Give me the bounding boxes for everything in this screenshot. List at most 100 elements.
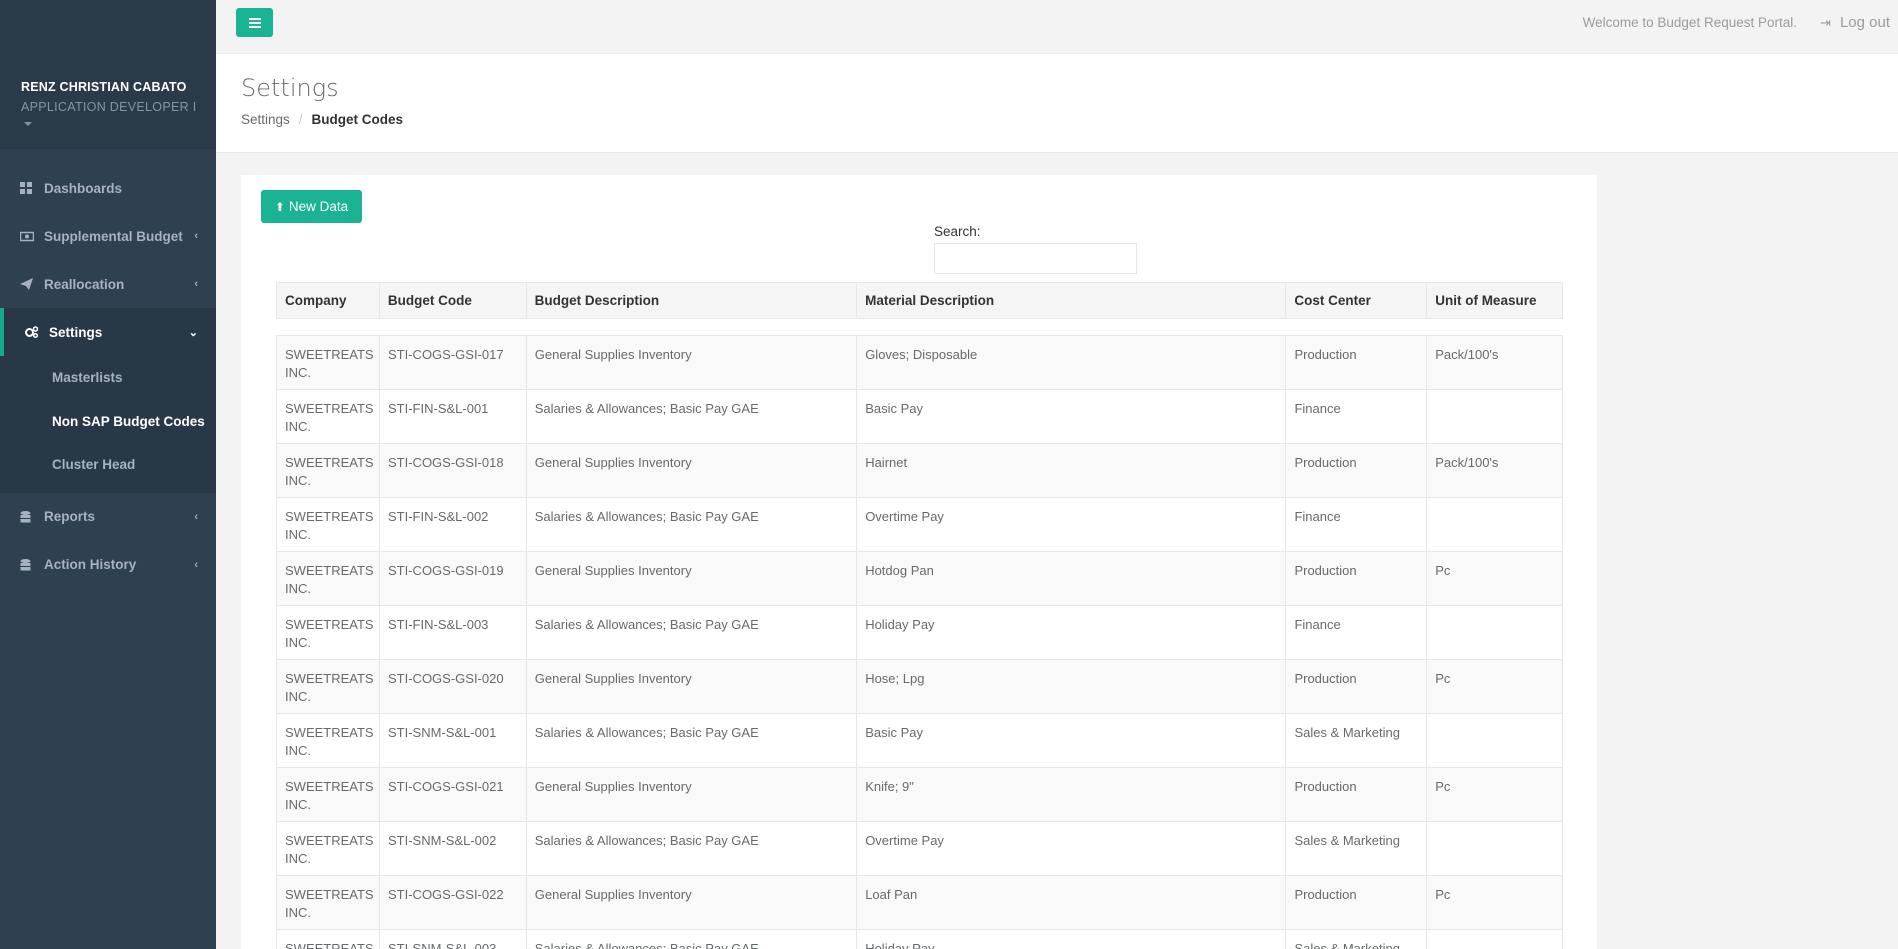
table-row[interactable]: SWEETREATS INC. STI-SNM-S&L-001 Salaries &… [276,714,1563,768]
user-name: RENZ CHRISTIAN CABATO [21,80,187,94]
cell-budget-code: STI-COGS-GSI-021 [380,768,527,821]
cell-budget-code: STI-COGS-GSI-020 [380,660,527,713]
cell-budget-code: STI-FIN-S&L-002 [380,498,527,551]
cell-budget-code: STI-SNM-S&L-001 [380,714,527,767]
cell-unit-of-measure: Pc [1435,779,1451,794]
sidebar-nav: Dashboards Supplemental Budget ‹ Realloc… [0,164,216,589]
sidebar-item-settings[interactable]: Settings ⌄ [0,308,216,356]
cell-cost-center: Production [1286,552,1428,605]
paper-plane-icon [20,278,34,290]
cell-unit-of-measure: Pc [1435,887,1451,902]
dashboard-icon [20,182,34,194]
cell-budget-code: STI-COGS-GSI-022 [380,876,527,929]
new-data-label: New Data [288,199,349,214]
table-row[interactable]: SWEETREATS INC. STI-COGS-GSI-017 General S… [276,336,1563,390]
cell-budget-description: General Supplies Inventory [527,444,858,497]
cell-material-description: Overtime Pay [857,822,1287,875]
table-row[interactable]: SWEETREATS INC. STI-COGS-GSI-018 General S… [276,444,1563,498]
cell-material-description: Hotdog Pan [857,552,1287,605]
logout-label: Log out [1839,14,1890,31]
cell-material-description: Gloves; Disposable [857,336,1287,389]
table-row[interactable]: SWEETREATS INC.STI-SNM-S&L-003Salaries &… [276,930,1563,949]
cell-budget-code: STI-COGS-GSI-018 [380,444,527,497]
cell-material-description: Knife; 9" [857,768,1287,821]
user-profile[interactable]: RENZ CHRISTIAN CABATO APPLICATION DEVELO… [0,0,216,149]
breadcrumb: Settings / Budget Codes [241,112,1873,127]
cell-material-description: Holiday Pay [857,930,1287,949]
chevron-left-icon: ‹ [194,510,198,523]
cell-company: SWEETREATS INC. [277,714,380,767]
sidebar-item-reports[interactable]: Reports ‹ [0,493,216,541]
submenu-item-masterlists[interactable]: Masterlists [0,356,216,400]
cell-budget-code: STI-SNM-S&L-002 [380,822,527,875]
cell-budget-code: STI-COGS-GSI-017 [380,336,527,389]
cell-company: SWEETREATS INC. [277,606,380,659]
cell-unit-of-measure: Pc [1435,671,1451,686]
cell-unit-of-measure [1427,606,1562,659]
column-header-unit-of-measure[interactable]: Unit of Measure [1427,283,1562,318]
new-data-button[interactable]: ⬆ New Data [261,190,362,223]
table-body: SWEETREATS INC. STI-COGS-GSI-017 General S… [276,335,1563,949]
cell-cost-center: Production [1286,660,1428,713]
cell-company: SWEETREATS INC. [277,444,380,497]
submenu-item-non-sap-budget-codes[interactable]: Non SAP Budget Codes [0,400,216,444]
page-heading: Settings Settings / Budget Codes [216,54,1898,153]
page-title: Settings [241,74,339,102]
cell-budget-description: Salaries & Allowances; Basic Pay GAE [527,606,858,659]
table-row[interactable]: SWEETREATS INC. STI-FIN-S&L-001 Salaries &… [276,390,1563,444]
breadcrumb-separator: / [298,112,303,127]
cell-budget-code: STI-FIN-S&L-003 [380,606,527,659]
database-icon [20,558,34,571]
sidebar-item-action-history[interactable]: Action History ‹ [0,541,216,589]
sign-out-icon: ⇥ [1820,14,1831,30]
cell-cost-center: Production [1286,876,1428,929]
caret-down-icon[interactable] [24,122,32,126]
database-icon [20,510,34,523]
cell-unit-of-measure: Pack/100's [1435,455,1499,470]
sidebar-item-label: Supplemental Budget [44,228,183,244]
sidebar-item-reallocation[interactable]: Reallocation ‹ [0,260,216,308]
column-header-budget-description[interactable]: Budget Description [527,283,858,318]
column-header-cost-center[interactable]: Cost Center [1286,283,1428,318]
sidebar-item-label: Dashboards [44,180,123,196]
cell-company: SWEETREATS INC. [277,768,380,821]
cell-material-description: Basic Pay [857,390,1287,443]
sidebar: RENZ CHRISTIAN CABATO APPLICATION DEVELO… [0,0,216,949]
table-row[interactable]: SWEETREATS INC. STI-COGS-GSI-021 General S… [276,768,1563,822]
cell-unit-of-measure [1427,822,1562,875]
cogs-icon [25,326,39,339]
submenu-item-cluster-head[interactable]: Cluster Head [0,443,216,487]
column-header-material-description[interactable]: Material Description [857,283,1287,318]
sidebar-item-dashboards[interactable]: Dashboards [0,164,216,212]
breadcrumb-item-budget-codes: Budget Codes [311,112,404,127]
cell-unit-of-measure [1427,390,1562,443]
table-row[interactable]: SWEETREATS INC. STI-FIN-S&L-003 Salaries &… [276,606,1563,660]
cell-material-description: Hose; Lpg [857,660,1287,713]
cell-company: SWEETREATS INC. [277,390,380,443]
table-row[interactable]: SWEETREATS INC. STI-COGS-GSI-022 General S… [276,876,1563,930]
user-role: APPLICATION DEVELOPER I [21,100,197,114]
table-row[interactable]: SWEETREATS INC. STI-FIN-S&L-002 Salaries &… [276,498,1563,552]
table-row[interactable]: SWEETREATS INC. STI-SNM-S&L-002 Salaries &… [276,822,1563,876]
sidebar-toggle-button[interactable] [236,8,273,37]
column-header-company[interactable]: Company [277,283,380,318]
table-row[interactable]: SWEETREATS INC. STI-COGS-GSI-019 General S… [276,552,1563,606]
cell-budget-description: General Supplies Inventory [527,660,858,713]
cell-cost-center: Finance [1286,606,1428,659]
table-header: Company Budget Code Budget Description M… [276,282,1563,319]
cell-material-description: Overtime Pay [857,498,1287,551]
logout-link[interactable]: ⇥ Log out [1820,14,1890,31]
search-input[interactable] [934,243,1137,274]
cell-cost-center: Finance [1286,498,1428,551]
cell-material-description: Basic Pay [857,714,1287,767]
settings-submenu: Masterlists Non SAP Budget Codes Cluster… [0,356,216,493]
table-row[interactable]: SWEETREATS INC. STI-COGS-GSI-020 General S… [276,660,1563,714]
breadcrumb-item-settings[interactable]: Settings [241,112,290,127]
cell-unit-of-measure [1427,498,1562,551]
sidebar-item-label: Action History [44,557,137,572]
sidebar-item-supplemental-budget[interactable]: Supplemental Budget ‹ [0,212,216,260]
cell-cost-center: Sales & Marketing [1286,714,1428,767]
sidebar-item-label: Reallocation [44,276,125,292]
cell-budget-description: Salaries & Allowances; Basic Pay GAE [527,930,858,949]
column-header-budget-code[interactable]: Budget Code [380,283,527,318]
